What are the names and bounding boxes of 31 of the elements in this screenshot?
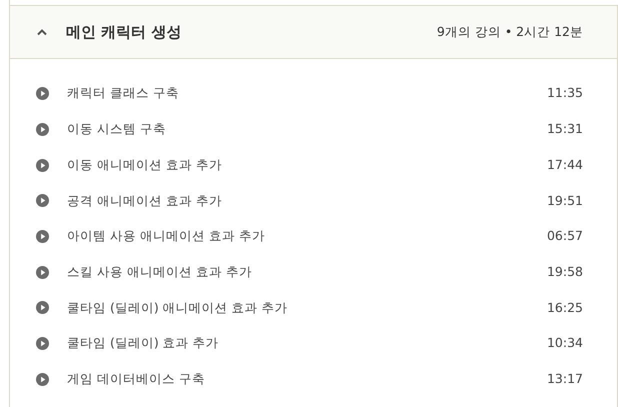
lecture-duration: 15:31 (546, 120, 583, 138)
play-icon (36, 230, 49, 244)
lecture-duration: 10:34 (546, 334, 583, 352)
play-icon (36, 194, 49, 208)
lecture-title[interactable]: 게임 데이터베이스 구축 (67, 370, 205, 389)
lecture-duration: 17:44 (546, 156, 583, 174)
play-icon (36, 372, 49, 386)
lecture-title[interactable]: 공격 애니메이션 효과 추가 (67, 192, 222, 210)
lecture-duration: 19:51 (546, 192, 583, 210)
play-icon (36, 301, 49, 314)
lecture-duration: 06:57 (546, 227, 583, 246)
section-header[interactable]: 메인 캐릭터 생성 9개의 강의 • 2시간 12분 (10, 5, 617, 59)
play-icon (36, 123, 49, 136)
section-meta: 9개의 강의 • 2시간 12분 (436, 22, 583, 41)
play-icon (36, 87, 49, 100)
play-icon (36, 337, 49, 350)
lecture-duration: 19:58 (546, 262, 583, 281)
play-icon (36, 158, 49, 172)
lecture-title[interactable]: 아이템 사용 애니메이션 효과 추가 (67, 227, 265, 246)
lecture-title[interactable]: 스킬 사용 애니메이션 효과 추가 (67, 262, 252, 282)
lecture-title[interactable]: 캐릭터 클래스 구축 (67, 84, 179, 104)
lecture-duration: 13:17 (546, 370, 583, 388)
lecture-title[interactable]: 이동 시스템 구축 (67, 120, 166, 139)
play-icon (36, 266, 49, 279)
chevron-icon (36, 28, 48, 36)
lecture-duration: 11:35 (546, 84, 583, 102)
lecture-duration: 16:25 (546, 298, 583, 317)
lecture-title[interactable]: 쿨타임 (딜레이) 효과 추가 (67, 334, 219, 354)
lecture-title[interactable]: 이동 애니메이션 효과 추가 (67, 156, 222, 175)
lecture-title[interactable]: 쿨타임 (딜레이) 애니메이션 효과 추가 (67, 298, 288, 318)
section-title: 메인 캐릭터 생성 (66, 22, 182, 43)
